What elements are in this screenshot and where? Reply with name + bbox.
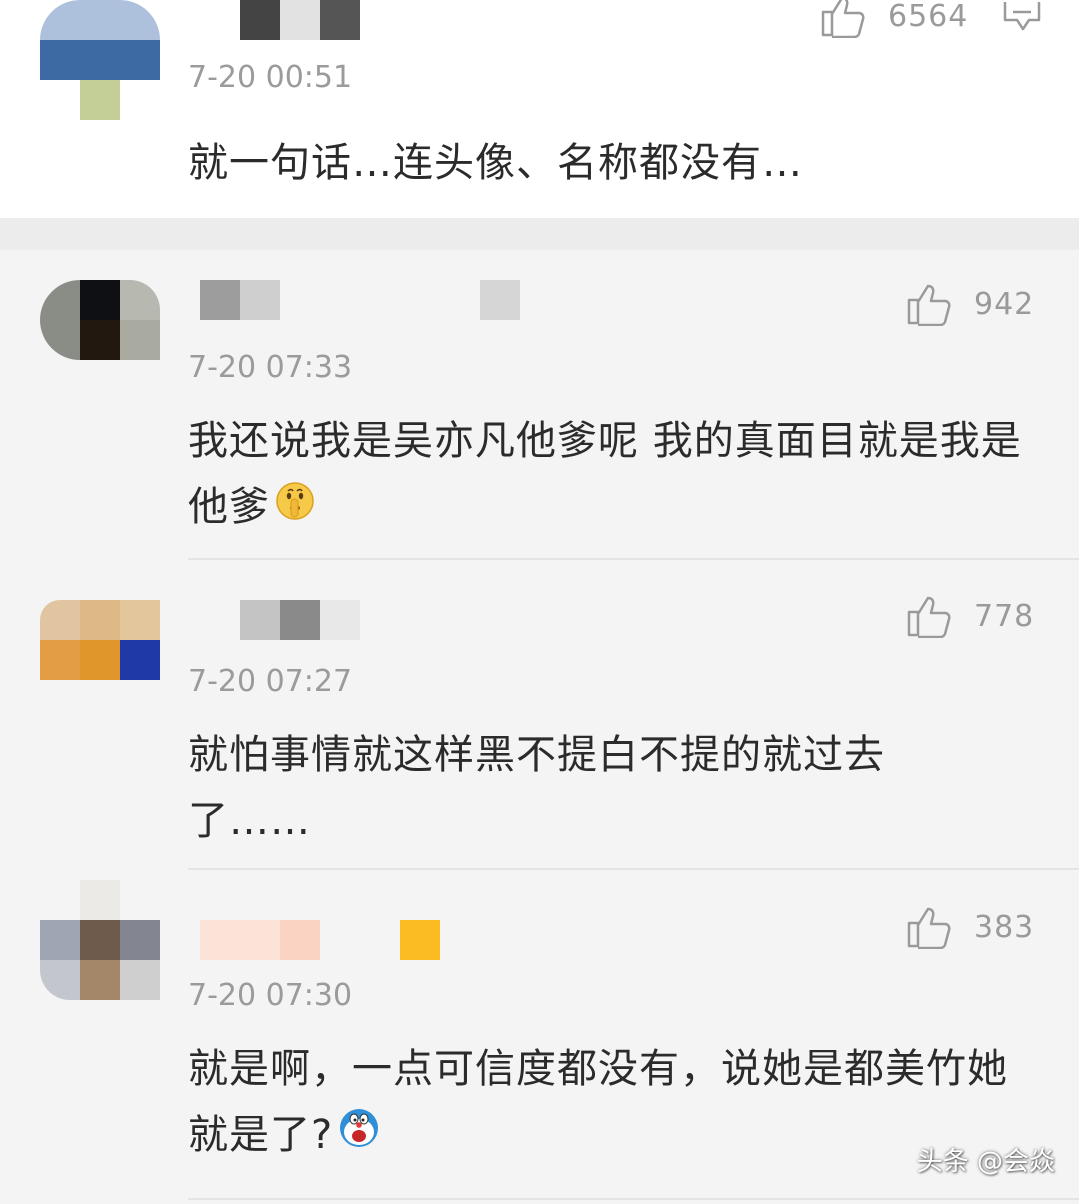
comment-time: 7-20 07:33 bbox=[188, 350, 353, 385]
avatar[interactable] bbox=[40, 0, 160, 120]
comment-item[interactable]: 6564 7-20 00:51 就一句话…连头像、名称都没有… bbox=[0, 0, 1079, 218]
comment-divider bbox=[188, 1198, 1079, 1200]
avatar[interactable] bbox=[40, 880, 160, 1000]
comment-text: 我还说我是吴亦凡他爹呢 我的真面目就是我是他爹 bbox=[188, 408, 1048, 542]
like-button[interactable]: 778 bbox=[906, 594, 1034, 638]
like-button[interactable]: 383 bbox=[906, 905, 1034, 949]
comment-text: 就是啊，一点可信度都没有，说她是都美竹她就是了? bbox=[188, 1036, 1018, 1170]
like-button[interactable]: 6564 bbox=[820, 0, 968, 38]
like-button[interactable]: 942 bbox=[906, 282, 1034, 326]
like-count: 6564 bbox=[888, 0, 969, 34]
comment-divider bbox=[188, 558, 1079, 560]
reply-icon[interactable] bbox=[1002, 0, 1042, 34]
avatar[interactable] bbox=[40, 600, 160, 680]
comment-time: 7-20 07:27 bbox=[188, 664, 353, 699]
thumbs-up-icon bbox=[821, 0, 865, 38]
thumbs-up-icon bbox=[907, 596, 951, 638]
thumbs-up-icon bbox=[907, 284, 951, 326]
like-count: 778 bbox=[974, 598, 1035, 634]
thumbs-up-icon bbox=[907, 907, 951, 949]
shushing-face-emoji bbox=[274, 476, 316, 542]
comment-text-content: 就是啊，一点可信度都没有，说她是都美竹她就是了? bbox=[188, 1046, 1008, 1158]
comment-time: 7-20 00:51 bbox=[188, 60, 353, 95]
avatar[interactable] bbox=[40, 280, 160, 360]
comment-text: 就怕事情就这样黑不提白不提的就过去了…… bbox=[188, 732, 885, 844]
like-count: 383 bbox=[974, 909, 1035, 945]
comment-divider bbox=[188, 868, 1079, 870]
comment-item[interactable]: 942 7-20 07:33 我还说我是吴亦凡他爹呢 我的真面目就是我是他爹 bbox=[0, 280, 1079, 560]
like-count: 942 bbox=[974, 286, 1035, 322]
comment-item[interactable]: 778 7-20 07:27 就怕事情就这样黑不提白不提的就过去了…… bbox=[0, 596, 1079, 870]
watermark: 头条 @会焱 bbox=[916, 1147, 1055, 1177]
section-divider bbox=[0, 218, 1079, 250]
comment-text: 就一句话…连头像、名称都没有… bbox=[188, 140, 803, 186]
doraemon-face-emoji bbox=[337, 1104, 381, 1170]
comment-time: 7-20 07:30 bbox=[188, 978, 353, 1013]
